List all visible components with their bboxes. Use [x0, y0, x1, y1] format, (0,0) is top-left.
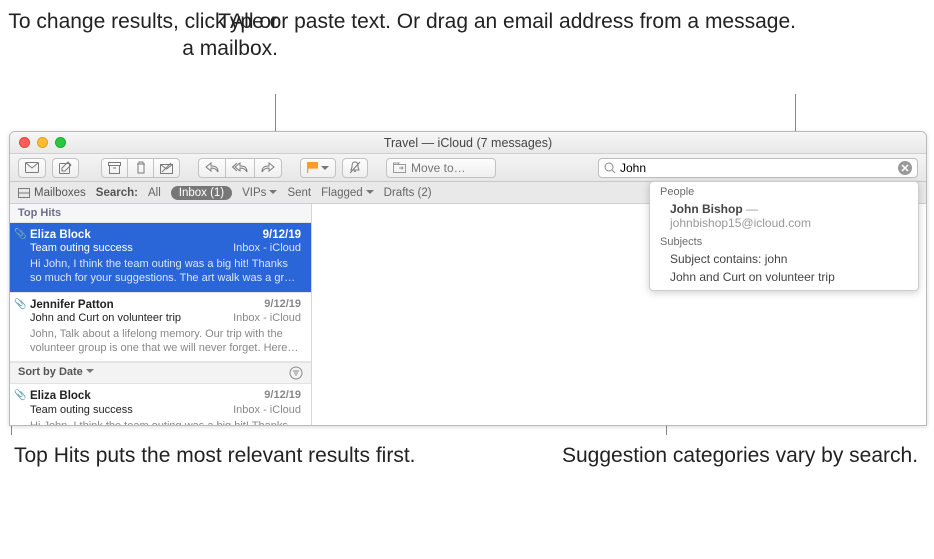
sep: — [743, 202, 758, 216]
forward-button[interactable] [254, 158, 282, 178]
preview: Hi John, I think the team outing was a b… [30, 419, 301, 425]
move-to-button[interactable]: Move to… [386, 158, 496, 178]
junk-button[interactable] [153, 158, 180, 178]
preview: Hi John, I think the team outing was a b… [30, 257, 301, 286]
mailbox-label: Inbox - iCloud [233, 312, 301, 326]
compose-icon [59, 161, 72, 174]
suggest-person[interactable]: John Bishop — johnbishop15@icloud.com [650, 200, 918, 232]
message-row[interactable]: 📎 Eliza Block 9/12/19 Team outing success… [10, 223, 311, 293]
mailboxes-button[interactable]: Mailboxes [18, 187, 86, 199]
from: Jennifer Patton [30, 298, 114, 312]
compose-button[interactable] [52, 158, 79, 178]
mailbox-label: Inbox - iCloud [233, 242, 301, 256]
mailboxes-label: Mailboxes [34, 187, 86, 199]
suggest-people-header: People [650, 182, 918, 200]
delete-button[interactable] [127, 158, 153, 178]
message-list: Top Hits 📎 Eliza Block 9/12/19 Team outin… [10, 204, 312, 425]
callout-search: Type or paste text. Or drag an email add… [218, 8, 796, 35]
mailbox-label: Inbox - iCloud [233, 404, 301, 418]
attachment-icon: 📎 [14, 299, 26, 312]
callout-suggest: Suggestion categories vary by search. [562, 442, 918, 469]
preview: John, Talk about a lifelong memory. Our … [30, 327, 301, 356]
scope-drafts[interactable]: Drafts (2) [384, 187, 432, 199]
mute-button[interactable] [342, 158, 368, 178]
window-title: Travel — iCloud (7 messages) [10, 136, 926, 150]
date: 9/12/19 [264, 389, 301, 403]
attachment-icon: 📎 [14, 229, 26, 242]
envelope-icon [25, 162, 39, 173]
reply-all-icon [232, 162, 248, 173]
search-icon [604, 162, 616, 174]
scope-sent[interactable]: Sent [287, 187, 311, 199]
search-input[interactable] [620, 161, 894, 175]
x-icon [901, 164, 909, 172]
reply-all-button[interactable] [225, 158, 254, 178]
date: 9/12/19 [263, 228, 301, 242]
person-name: John Bishop [670, 202, 743, 216]
attachment-icon: 📎 [14, 390, 26, 403]
message-row[interactable]: 📎 Jennifer Patton 9/12/19 John and Curt o… [10, 293, 311, 363]
mailboxes-icon [18, 188, 30, 198]
scope-all[interactable]: All [148, 187, 161, 199]
search-scope-label: Search: [96, 187, 138, 199]
clear-search-button[interactable] [898, 161, 912, 175]
sort-label: Sort by Date [18, 366, 94, 380]
suggest-subjects-header: Subjects [650, 232, 918, 250]
from: Eliza Block [30, 389, 91, 403]
move-to-label: Move to… [411, 161, 466, 175]
forward-icon [261, 162, 275, 173]
bell-slash-icon [349, 161, 361, 174]
from: Eliza Block [30, 228, 91, 242]
archive-icon [108, 162, 121, 174]
top-hits-header: Top Hits [10, 204, 311, 223]
toolbar: Move to… [10, 154, 926, 182]
filter-icon[interactable] [289, 366, 303, 380]
search-field[interactable] [598, 158, 918, 178]
subject: John and Curt on volunteer trip [30, 312, 181, 326]
mail-window: Travel — iCloud (7 messages) [9, 131, 927, 426]
subject: Team outing success [30, 404, 133, 418]
suggest-subject[interactable]: Subject contains: john [650, 250, 918, 268]
trash-icon [135, 161, 147, 174]
flag-button[interactable] [300, 158, 336, 178]
scope-inbox[interactable]: Inbox (1) [171, 186, 232, 200]
move-icon [393, 162, 406, 173]
get-mail-button[interactable] [18, 158, 46, 178]
flag-icon [307, 162, 318, 173]
message-row[interactable]: 📎 Eliza Block 9/12/19 Team outing success… [10, 384, 311, 425]
titlebar: Travel — iCloud (7 messages) [10, 132, 926, 154]
scope-flagged[interactable]: Flagged [321, 187, 374, 199]
junk-icon [160, 162, 173, 174]
search-suggestions: People John Bishop — johnbishop15@icloud… [649, 181, 919, 291]
callout-tophits: Top Hits puts the most relevant results … [14, 442, 415, 469]
date: 9/12/19 [264, 298, 301, 312]
reply-icon [205, 162, 219, 173]
suggest-subject[interactable]: John and Curt on volunteer trip [650, 268, 918, 286]
scope-vips[interactable]: VIPs [242, 187, 277, 199]
reply-button[interactable] [198, 158, 225, 178]
archive-button[interactable] [101, 158, 127, 178]
sort-bar[interactable]: Sort by Date [10, 362, 311, 384]
subject: Team outing success [30, 242, 133, 256]
person-email: johnbishop15@icloud.com [670, 216, 811, 230]
